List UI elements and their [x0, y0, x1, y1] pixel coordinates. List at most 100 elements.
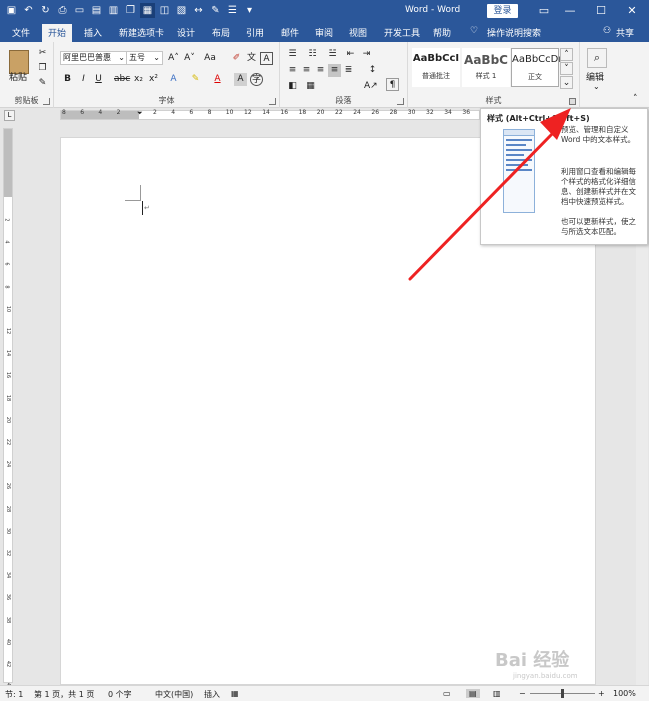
bullets-icon[interactable]: ☰: [286, 48, 299, 61]
zoom-in-icon[interactable]: +: [598, 689, 605, 698]
grow-font-icon[interactable]: A˄: [167, 52, 180, 65]
zoom-out-icon[interactable]: −: [519, 689, 526, 698]
font-size-combo[interactable]: 五号 ⌄: [126, 51, 163, 65]
format-painter-icon[interactable]: ✎: [36, 77, 49, 90]
tab-design[interactable]: 设计: [177, 26, 195, 39]
paste-icon[interactable]: ▥: [106, 3, 121, 18]
zoom-slider-thumb[interactable]: [561, 689, 564, 698]
tab-references[interactable]: 引用: [246, 26, 264, 39]
shading-icon[interactable]: ◧: [286, 80, 299, 93]
columns-icon[interactable]: ◫: [157, 3, 172, 18]
login-button[interactable]: 登录: [487, 4, 518, 18]
char-shading-icon[interactable]: A: [234, 73, 247, 86]
strikethrough-icon[interactable]: abc: [114, 73, 130, 86]
style-1[interactable]: AaBbC 样式 1: [462, 48, 510, 87]
read-mode-view-icon[interactable]: ▭: [443, 689, 451, 698]
chinese-layout-icon[interactable]: A↗: [364, 80, 378, 93]
phonetic-icon[interactable]: 文: [245, 52, 258, 65]
tab-review[interactable]: 审阅: [315, 26, 333, 39]
redo-icon[interactable]: ↻: [38, 3, 53, 18]
subscript-icon[interactable]: x₂: [132, 73, 145, 86]
undo-icon[interactable]: ↶: [21, 3, 36, 18]
share-button[interactable]: 共享: [616, 26, 634, 39]
italic-icon[interactable]: I: [77, 73, 90, 86]
styles-scroll-down-icon[interactable]: ˅: [560, 62, 573, 75]
styles-scroll-up-icon[interactable]: ˄: [560, 48, 573, 61]
tab-home[interactable]: 开始: [42, 24, 73, 42]
insert-mode[interactable]: 插入: [204, 689, 220, 700]
collapse-ribbon-icon[interactable]: ˄: [633, 94, 638, 104]
align-center-icon[interactable]: ≡: [300, 64, 313, 77]
font-launcher[interactable]: [269, 98, 276, 105]
enclose-char-icon[interactable]: 字: [250, 73, 263, 86]
width-icon[interactable]: ↔: [191, 3, 206, 18]
indent-marker-icon[interactable]: ⏷: [137, 109, 143, 118]
line-spacing-icon[interactable]: ↕: [366, 64, 379, 77]
numbering-icon[interactable]: ☰: [225, 3, 240, 18]
save-icon[interactable]: ▣: [4, 3, 19, 18]
web-layout-view-icon[interactable]: ▥: [493, 689, 501, 698]
customize-icon[interactable]: ▾: [242, 3, 257, 18]
align-left-icon[interactable]: ≡: [286, 64, 299, 77]
read-mode-icon[interactable]: ▦: [140, 3, 155, 18]
find-icon[interactable]: ⌕: [587, 48, 607, 68]
tab-insert[interactable]: 插入: [84, 26, 102, 39]
copy-icon[interactable]: ❐: [123, 3, 138, 18]
font-name-combo[interactable]: 阿里巴巴普惠 ⌄: [60, 51, 128, 65]
tab-file[interactable]: 文件: [12, 26, 30, 39]
numbering-icon[interactable]: ☷: [306, 48, 319, 61]
word-count[interactable]: 0 个字: [108, 689, 132, 700]
language-indicator[interactable]: 中文(中国): [155, 689, 193, 700]
increase-indent-icon[interactable]: ⇥: [360, 48, 373, 61]
multilevel-list-icon[interactable]: ☱: [326, 48, 339, 61]
ribbon-display-icon[interactable]: ▭: [534, 2, 554, 20]
style-body-text[interactable]: AaBbCcDı 正文: [511, 48, 561, 87]
print-preview-icon[interactable]: ⎙: [55, 3, 70, 18]
close-button[interactable]: ✕: [622, 2, 642, 20]
clear-format-icon[interactable]: ✐: [230, 52, 243, 65]
bold-icon[interactable]: B: [61, 73, 74, 86]
format-painter-icon[interactable]: ✎: [208, 3, 223, 18]
section-indicator[interactable]: 节: 1: [5, 689, 23, 700]
underline-icon[interactable]: U: [92, 73, 105, 86]
shrink-font-icon[interactable]: A˅: [183, 52, 196, 65]
font-color-icon[interactable]: A: [211, 73, 224, 86]
tell-me-search[interactable]: 操作说明搜索: [487, 26, 541, 39]
superscript-icon[interactable]: x²: [147, 73, 160, 86]
tab-selector-icon[interactable]: L: [4, 110, 15, 121]
show-marks-icon[interactable]: ¶: [386, 78, 399, 91]
page-indicator[interactable]: 第 1 页，共 1 页: [34, 689, 94, 700]
decrease-indent-icon[interactable]: ⇤: [344, 48, 357, 61]
status-bar: 节: 1 第 1 页，共 1 页 0 个字 中文(中国) 插入 ▦ ▭ ▤ ▥ …: [0, 685, 649, 701]
tab-mailings[interactable]: 邮件: [281, 26, 299, 39]
maximize-button[interactable]: ☐: [591, 2, 611, 20]
tab-layout[interactable]: 布局: [212, 26, 230, 39]
align-right-icon[interactable]: ≡: [314, 64, 327, 77]
minimize-button[interactable]: —: [560, 2, 580, 20]
print-layout-view-icon[interactable]: ▤: [466, 689, 480, 698]
paste-label[interactable]: 粘贴: [9, 70, 27, 83]
text-effects-icon[interactable]: A: [167, 73, 180, 86]
styles-more-icon[interactable]: ⌄: [560, 76, 573, 89]
zoom-level[interactable]: 100%: [613, 689, 636, 698]
macro-icon[interactable]: ▦: [231, 689, 239, 698]
change-case-icon[interactable]: Aa: [201, 52, 219, 65]
tab-help[interactable]: 帮助: [433, 26, 451, 39]
justify-icon[interactable]: ≡: [328, 64, 341, 77]
distributed-icon[interactable]: ≣: [342, 64, 355, 77]
layout-icon[interactable]: ▧: [174, 3, 189, 18]
tab-view[interactable]: 视图: [349, 26, 367, 39]
char-border-icon[interactable]: A: [260, 52, 273, 65]
new-doc-icon[interactable]: ▭: [72, 3, 87, 18]
open-icon[interactable]: ▤: [89, 3, 104, 18]
style-normal-comment[interactable]: AaBbCcI 普通批注: [412, 48, 460, 87]
styles-launcher[interactable]: [569, 98, 576, 105]
copy-icon[interactable]: ❐: [36, 62, 49, 75]
clipboard-launcher[interactable]: [43, 98, 50, 105]
paragraph-launcher[interactable]: [397, 98, 404, 105]
highlight-icon[interactable]: ✎: [189, 73, 202, 86]
cut-icon[interactable]: ✂: [36, 47, 49, 60]
tab-new[interactable]: 新建选项卡: [119, 26, 164, 39]
borders-icon[interactable]: ▦: [304, 80, 317, 93]
tab-developer[interactable]: 开发工具: [384, 26, 420, 39]
